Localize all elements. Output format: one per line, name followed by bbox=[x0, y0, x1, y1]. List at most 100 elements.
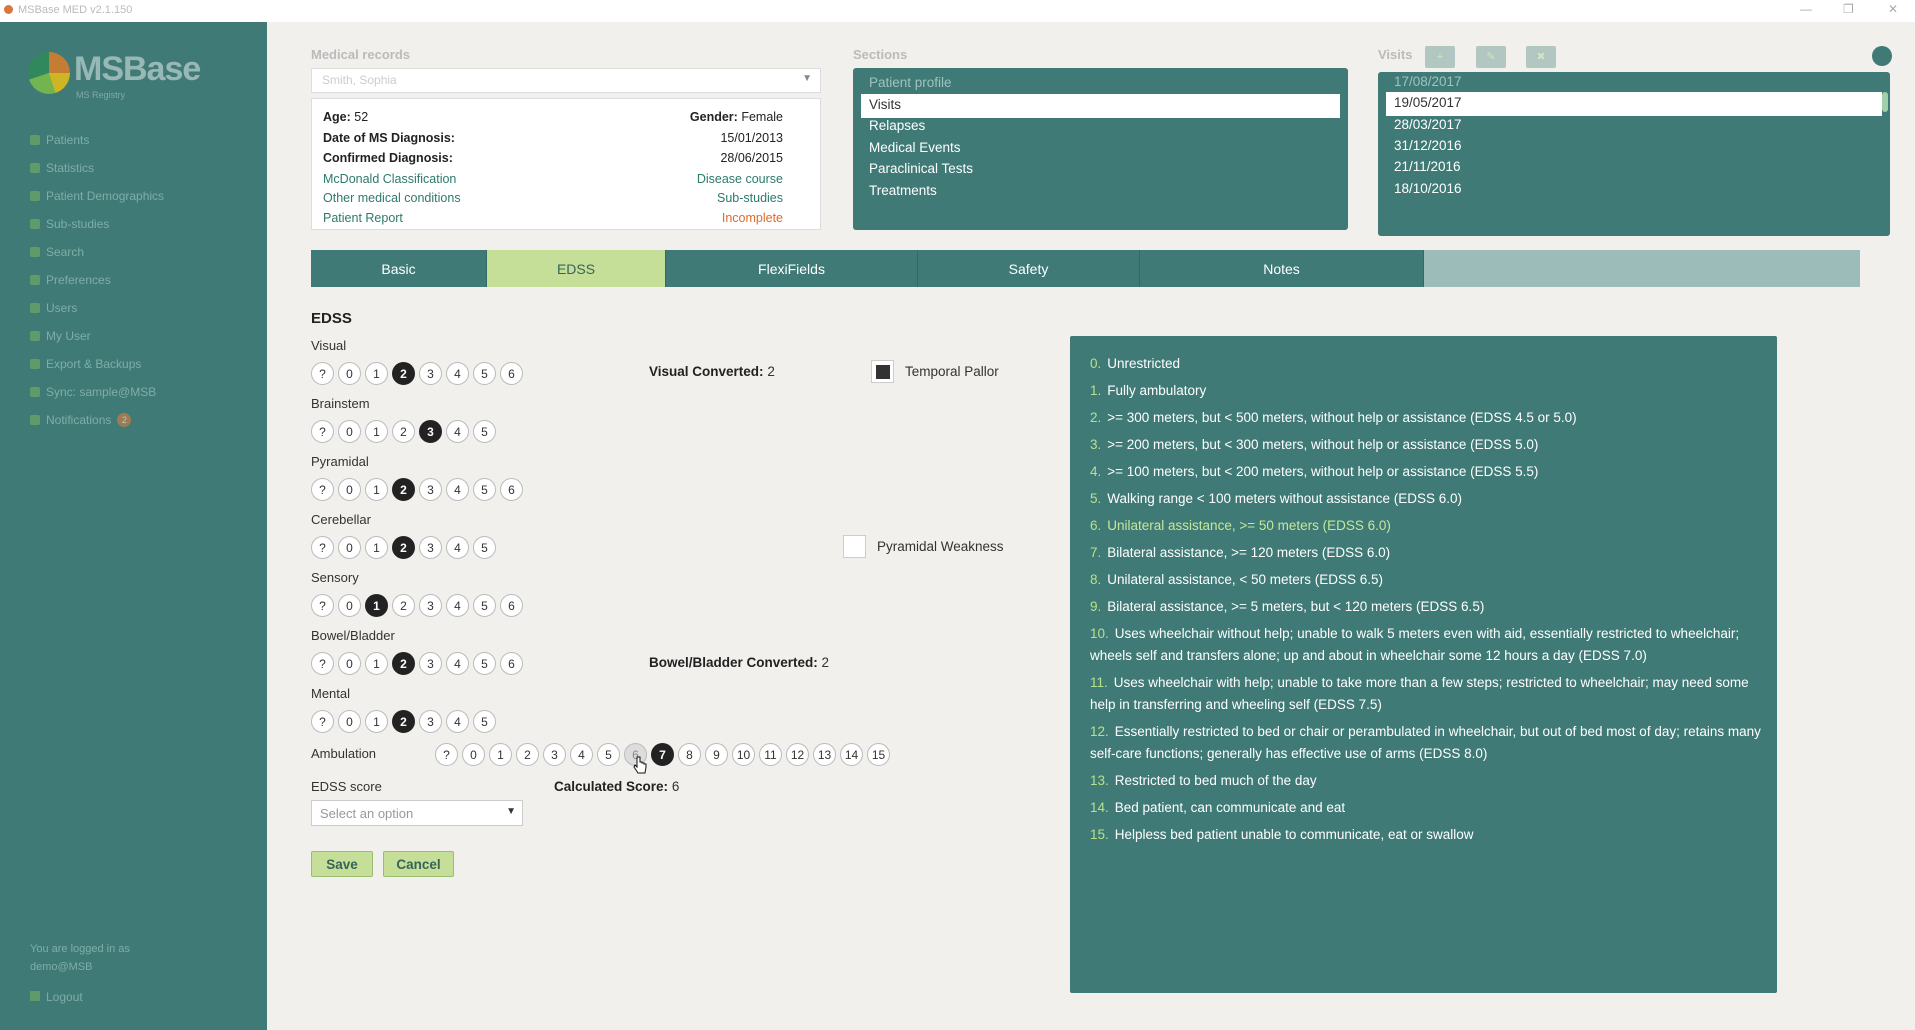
mental-option[interactable]: 2 bbox=[392, 710, 415, 733]
edss-score-select[interactable]: Select an option ▼ bbox=[311, 800, 523, 826]
visits-scrollbar[interactable] bbox=[1882, 92, 1888, 112]
logout-link[interactable]: Logout bbox=[30, 990, 83, 1004]
pyramidal-option[interactable]: 4 bbox=[446, 478, 469, 501]
pyramidal-option[interactable]: 6 bbox=[500, 478, 523, 501]
ambulation-option[interactable]: 2 bbox=[516, 743, 539, 766]
ambulation-option[interactable]: 14 bbox=[840, 743, 863, 766]
save-button[interactable]: Save bbox=[311, 851, 373, 877]
ambulation-option[interactable]: 7 bbox=[651, 743, 674, 766]
sidebar-item-sub-studies[interactable]: Sub-studies bbox=[30, 210, 164, 238]
section-item-paraclinical-tests[interactable]: Paraclinical Tests bbox=[861, 158, 1340, 182]
sidebar-item-preferences[interactable]: Preferences bbox=[30, 266, 164, 294]
section-item-medical-events[interactable]: Medical Events bbox=[861, 137, 1340, 161]
bowel-bladder-option[interactable]: 2 bbox=[392, 652, 415, 675]
sensory-option[interactable]: 4 bbox=[446, 594, 469, 617]
sidebar-item-users[interactable]: Users bbox=[30, 294, 164, 322]
visual-option[interactable]: 5 bbox=[473, 362, 496, 385]
tab-basic[interactable]: Basic bbox=[311, 250, 487, 287]
pyramidal-weakness-checkbox[interactable] bbox=[843, 535, 866, 558]
mental-option[interactable]: 3 bbox=[419, 710, 442, 733]
report-status-badge[interactable]: Incomplete bbox=[722, 211, 783, 225]
visual-option[interactable]: 3 bbox=[419, 362, 442, 385]
sensory-option[interactable]: 1 bbox=[365, 594, 388, 617]
cerebellar-option[interactable]: ? bbox=[311, 536, 334, 559]
other-medical-conditions-link[interactable]: Other medical conditions bbox=[323, 191, 461, 205]
brainstem-option[interactable]: 2 bbox=[392, 420, 415, 443]
sidebar-item-search[interactable]: Search bbox=[30, 238, 164, 266]
mcdonald-classification-link[interactable]: McDonald Classification bbox=[323, 172, 456, 186]
sensory-option[interactable]: 6 bbox=[500, 594, 523, 617]
visit-item[interactable]: 18/10/2016 bbox=[1386, 178, 1882, 202]
sidebar-item-export-backups[interactable]: Export & Backups bbox=[30, 350, 164, 378]
delete-visit-button[interactable]: ✖ bbox=[1526, 46, 1556, 68]
temporal-pallor-checkbox[interactable] bbox=[871, 360, 894, 383]
cerebellar-option[interactable]: 5 bbox=[473, 536, 496, 559]
brainstem-option[interactable]: 5 bbox=[473, 420, 496, 443]
ambulation-option[interactable]: 0 bbox=[462, 743, 485, 766]
bowel-bladder-option[interactable]: 5 bbox=[473, 652, 496, 675]
ambulation-option[interactable]: 3 bbox=[543, 743, 566, 766]
status-circle-icon[interactable] bbox=[1872, 46, 1892, 66]
cerebellar-option[interactable]: 4 bbox=[446, 536, 469, 559]
ambulation-option[interactable]: 8 bbox=[678, 743, 701, 766]
mental-option[interactable]: 4 bbox=[446, 710, 469, 733]
ambulation-option[interactable]: 10 bbox=[732, 743, 755, 766]
pyramidal-option[interactable]: 3 bbox=[419, 478, 442, 501]
mental-option[interactable]: 0 bbox=[338, 710, 361, 733]
ambulation-option[interactable]: 1 bbox=[489, 743, 512, 766]
cerebellar-option[interactable]: 0 bbox=[338, 536, 361, 559]
sidebar-item-statistics[interactable]: Statistics bbox=[30, 154, 164, 182]
patient-select[interactable]: Smith, Sophia ▼ bbox=[311, 68, 821, 93]
cancel-button[interactable]: Cancel bbox=[383, 851, 454, 877]
mental-option[interactable]: ? bbox=[311, 710, 334, 733]
sensory-option[interactable]: 2 bbox=[392, 594, 415, 617]
ambulation-option[interactable]: 4 bbox=[570, 743, 593, 766]
bowel-bladder-option[interactable]: 3 bbox=[419, 652, 442, 675]
visual-option[interactable]: 1 bbox=[365, 362, 388, 385]
bowel-bladder-option[interactable]: 1 bbox=[365, 652, 388, 675]
section-item-treatments[interactable]: Treatments bbox=[861, 180, 1340, 204]
ambulation-option[interactable]: 11 bbox=[759, 743, 782, 766]
cerebellar-option[interactable]: 3 bbox=[419, 536, 442, 559]
pyramidal-option[interactable]: ? bbox=[311, 478, 334, 501]
add-visit-button[interactable]: + bbox=[1425, 46, 1455, 68]
brainstem-option[interactable]: 1 bbox=[365, 420, 388, 443]
brainstem-option[interactable]: ? bbox=[311, 420, 334, 443]
section-item-patient-profile[interactable]: Patient profile bbox=[861, 72, 1340, 96]
visual-option[interactable]: 0 bbox=[338, 362, 361, 385]
brainstem-option[interactable]: 0 bbox=[338, 420, 361, 443]
tab-safety[interactable]: Safety bbox=[918, 250, 1140, 287]
visual-option[interactable]: 2 bbox=[392, 362, 415, 385]
ambulation-option[interactable]: 12 bbox=[786, 743, 809, 766]
visual-option[interactable]: ? bbox=[311, 362, 334, 385]
sidebar-item-patients[interactable]: Patients bbox=[30, 126, 164, 154]
sidebar-item-notifications[interactable]: Notifications 2 bbox=[30, 406, 164, 434]
mental-option[interactable]: 5 bbox=[473, 710, 496, 733]
pyramidal-option[interactable]: 5 bbox=[473, 478, 496, 501]
patient-report-link[interactable]: Patient Report bbox=[323, 211, 403, 225]
sub-studies-link[interactable]: Sub-studies bbox=[717, 191, 783, 205]
ambulation-option[interactable]: 15 bbox=[867, 743, 890, 766]
visual-option[interactable]: 4 bbox=[446, 362, 469, 385]
cerebellar-option[interactable]: 2 bbox=[392, 536, 415, 559]
mental-option[interactable]: 1 bbox=[365, 710, 388, 733]
sidebar-item-my-user[interactable]: My User bbox=[30, 322, 164, 350]
disease-course-link[interactable]: Disease course bbox=[697, 172, 783, 186]
sensory-option[interactable]: 0 bbox=[338, 594, 361, 617]
tab-flexifields[interactable]: FlexiFields bbox=[666, 250, 918, 287]
bowel-bladder-option[interactable]: 6 bbox=[500, 652, 523, 675]
brainstem-option[interactable]: 3 bbox=[419, 420, 442, 443]
ambulation-option[interactable]: 9 bbox=[705, 743, 728, 766]
edit-visit-button[interactable]: ✎ bbox=[1476, 46, 1506, 68]
bowel-bladder-option[interactable]: 0 bbox=[338, 652, 361, 675]
bowel-bladder-option[interactable]: ? bbox=[311, 652, 334, 675]
sidebar-item-sync-sample-msb[interactable]: Sync: sample@MSB bbox=[30, 378, 164, 406]
maximize-button[interactable]: ❐ bbox=[1843, 2, 1854, 16]
ambulation-option[interactable]: 13 bbox=[813, 743, 836, 766]
ambulation-option[interactable]: 5 bbox=[597, 743, 620, 766]
sensory-option[interactable]: 3 bbox=[419, 594, 442, 617]
pyramidal-option[interactable]: 0 bbox=[338, 478, 361, 501]
bowel-bladder-option[interactable]: 4 bbox=[446, 652, 469, 675]
sensory-option[interactable]: 5 bbox=[473, 594, 496, 617]
ambulation-option[interactable]: ? bbox=[435, 743, 458, 766]
